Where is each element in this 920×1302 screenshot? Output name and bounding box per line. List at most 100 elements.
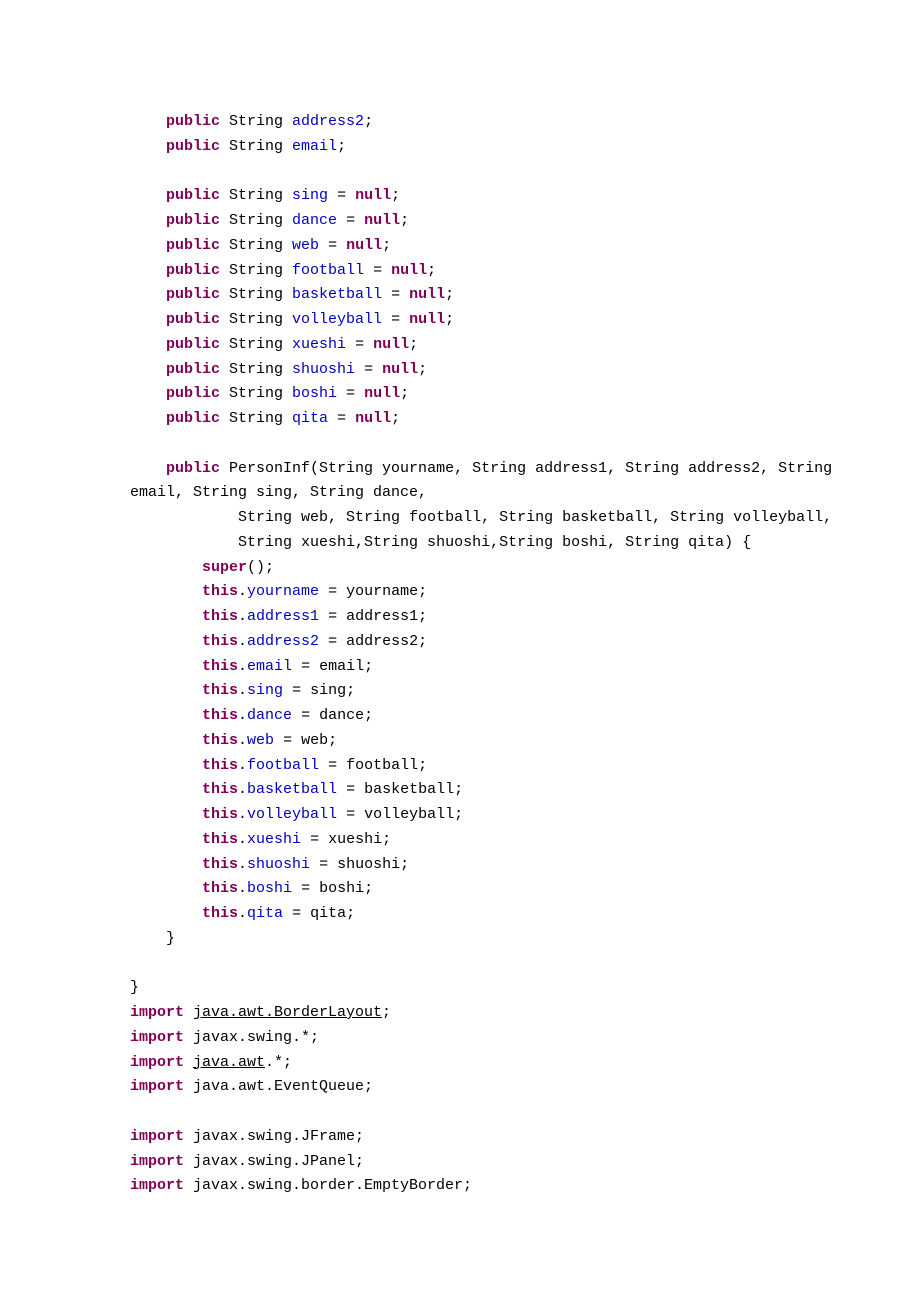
code-line: public String sing = null; <box>130 187 400 204</box>
code-line: this.email = email; <box>130 658 373 675</box>
code-token: sing <box>292 187 328 204</box>
code-token: this <box>202 732 238 749</box>
code-token: String <box>229 311 292 328</box>
code-token: dance <box>247 707 292 724</box>
code-token: = xueshi; <box>301 831 391 848</box>
code-token: = volleyball; <box>337 806 463 823</box>
code-token: PersonInf(String yourname, String addres… <box>229 460 841 477</box>
code-token: public <box>166 460 229 477</box>
code-token: this <box>202 608 238 625</box>
code-token: null <box>409 286 445 303</box>
code-token: address1 <box>247 608 319 625</box>
code-line: public String web = null; <box>130 237 391 254</box>
code-line: this.address1 = address1; <box>130 608 427 625</box>
code-token: java.awt <box>193 1054 265 1071</box>
code-token: = <box>355 361 382 378</box>
code-token: dance <box>292 212 337 229</box>
code-token: web <box>292 237 319 254</box>
code-line: public String address2; <box>130 113 373 130</box>
code-line: public String basketball = null; <box>130 286 454 303</box>
code-token: } <box>166 930 175 947</box>
code-token: address2 <box>292 113 364 130</box>
code-line: public String shuoshi = null; <box>130 361 427 378</box>
code-line: import javax.swing.*; <box>130 1029 319 1046</box>
code-token: . <box>238 583 247 600</box>
code-token: import <box>130 1029 193 1046</box>
code-token: . <box>238 633 247 650</box>
code-token: String <box>229 336 292 353</box>
code-token: this <box>202 856 238 873</box>
code-token: = <box>319 237 346 254</box>
code-token: ; <box>400 212 409 229</box>
code-token: = <box>328 187 355 204</box>
code-token: . <box>238 831 247 848</box>
code-token: ; <box>364 113 373 130</box>
code-token: import <box>130 1177 193 1194</box>
code-token: . <box>238 757 247 774</box>
code-token: this <box>202 658 238 675</box>
code-line: public String volleyball = null; <box>130 311 454 328</box>
code-token: this <box>202 682 238 699</box>
code-token: = address1; <box>319 608 427 625</box>
code-token: = football; <box>319 757 427 774</box>
code-line: public String email; <box>130 138 346 155</box>
code-token: ; <box>427 262 436 279</box>
code-token: ; <box>445 311 454 328</box>
code-token: this <box>202 806 238 823</box>
code-token: = yourname; <box>319 583 427 600</box>
code-token: public <box>166 385 229 402</box>
code-token: ; <box>409 336 418 353</box>
code-line: import java.awt.EventQueue; <box>130 1078 373 1095</box>
code-token: = shuoshi; <box>310 856 409 873</box>
code-token: xueshi <box>247 831 301 848</box>
code-block: public String address2; public String em… <box>130 110 920 1199</box>
code-line: import javax.swing.JPanel; <box>130 1153 364 1170</box>
code-token: ; <box>445 286 454 303</box>
code-token: null <box>346 237 382 254</box>
code-token: public <box>166 138 229 155</box>
code-token: public <box>166 187 229 204</box>
code-token: email <box>292 138 337 155</box>
code-token: . <box>238 732 247 749</box>
code-token: } <box>130 979 139 996</box>
code-token: this <box>202 633 238 650</box>
code-line: public PersonInf(String yourname, String… <box>130 460 841 477</box>
code-token: String <box>229 237 292 254</box>
code-token: String <box>229 410 292 427</box>
code-token: = dance; <box>292 707 373 724</box>
code-token: . <box>238 682 247 699</box>
code-line: String xueshi,String shuoshi,String bosh… <box>130 534 751 551</box>
code-token: sing <box>247 682 283 699</box>
code-token: import <box>130 1004 193 1021</box>
code-token: yourname <box>247 583 319 600</box>
code-line: this.address2 = address2; <box>130 633 427 650</box>
code-token: null <box>391 262 427 279</box>
code-line: } <box>130 930 175 947</box>
code-token: = email; <box>292 658 373 675</box>
code-token: null <box>373 336 409 353</box>
code-token: . <box>238 880 247 897</box>
code-token: qita <box>292 410 328 427</box>
code-token: boshi <box>292 385 337 402</box>
code-line: public String dance = null; <box>130 212 409 229</box>
code-token: = qita; <box>283 905 355 922</box>
code-token: = <box>337 212 364 229</box>
code-token: = <box>382 286 409 303</box>
code-token: super <box>202 559 247 576</box>
code-line: public String boshi = null; <box>130 385 409 402</box>
code-line: public String football = null; <box>130 262 436 279</box>
code-line: this.dance = dance; <box>130 707 373 724</box>
code-token: shuoshi <box>292 361 355 378</box>
code-token: . <box>238 658 247 675</box>
code-line: this.sing = sing; <box>130 682 355 699</box>
code-line: import java.awt.BorderLayout; <box>130 1004 391 1021</box>
code-line: this.qita = qita; <box>130 905 355 922</box>
code-token: shuoshi <box>247 856 310 873</box>
code-token: ; <box>337 138 346 155</box>
code-line: import java.awt.*; <box>130 1054 292 1071</box>
code-line: this.basketball = basketball; <box>130 781 463 798</box>
code-token: web <box>247 732 274 749</box>
code-token: . <box>238 781 247 798</box>
code-token: javax.swing.JFrame; <box>193 1128 364 1145</box>
code-token: null <box>364 212 400 229</box>
